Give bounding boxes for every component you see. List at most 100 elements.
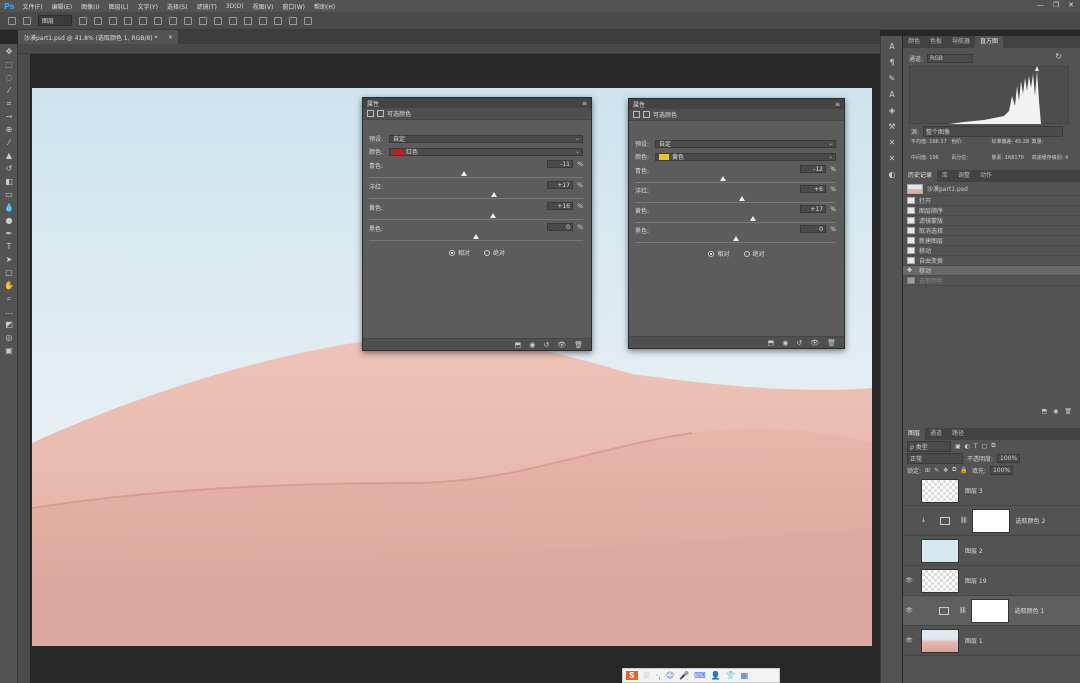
black-slider-handle[interactable] <box>732 236 739 241</box>
character-panel-icon[interactable]: A <box>887 42 897 52</box>
distribute-right-icon[interactable] <box>259 16 267 25</box>
shape-tool-icon[interactable]: ▢ <box>4 268 14 278</box>
user-icon[interactable]: 👤 <box>711 671 721 680</box>
filter-shape-icon[interactable]: ▢ <box>982 443 988 450</box>
type-tool-icon[interactable]: T <box>4 242 14 252</box>
magenta-value-input[interactable]: +17 <box>547 181 573 189</box>
visibility-icon[interactable]: 👁 <box>557 341 566 349</box>
paragraph-panel-icon[interactable]: ¶ <box>887 58 897 68</box>
microphone-icon[interactable]: 🎤 <box>679 671 689 680</box>
layer-mask-thumbnail[interactable] <box>970 598 1009 623</box>
glyphs-panel-icon[interactable]: A <box>887 90 897 100</box>
pen-tool-icon[interactable]: ✒ <box>4 229 14 239</box>
cyan-value-input[interactable]: -12 <box>800 165 826 173</box>
cyan-slider-track[interactable] <box>369 177 583 178</box>
menu-view[interactable]: 视图(V) <box>253 2 274 11</box>
colors-dropdown[interactable]: 红色 ⌄ <box>389 147 583 156</box>
foreground-background-color-icon[interactable]: ◩ <box>4 320 14 330</box>
distribute-center-icon[interactable] <box>244 16 252 25</box>
yellow-slider-handle[interactable] <box>490 213 497 218</box>
history-snapshot[interactable]: 沙漠part1.psd <box>903 182 1080 196</box>
reset-icon[interactable]: ↺ <box>796 339 802 347</box>
layer-row[interactable]: 图层 2 <box>903 536 1080 566</box>
fill-input[interactable]: 100% <box>989 465 1014 475</box>
yellow-slider-track[interactable] <box>635 222 836 223</box>
panel-menu-icon[interactable]: ≡ <box>582 100 587 107</box>
magenta-slider-handle[interactable] <box>491 192 498 197</box>
menu-filter[interactable]: 滤镜(T) <box>196 2 216 11</box>
view-previous-icon[interactable]: ◉ <box>782 339 788 347</box>
absolute-radio[interactable]: 绝对 <box>484 248 505 257</box>
cyan-slider-handle[interactable] <box>461 171 468 176</box>
layer-row[interactable]: 👁 图层 1 <box>903 626 1080 656</box>
relative-radio[interactable]: 相对 <box>708 249 730 258</box>
tab-libraries[interactable]: 库 <box>937 170 953 182</box>
tab-adjustments[interactable]: 调整 <box>953 170 975 182</box>
ime-language-toggle[interactable]: 英 <box>643 670 651 681</box>
cyan-slider-handle[interactable] <box>720 176 727 181</box>
zoom-tool-icon[interactable]: ⌕ <box>4 294 14 304</box>
eye-icon[interactable]: 👁 <box>903 577 915 584</box>
marquee-tool-icon[interactable]: ⬚ <box>4 60 14 70</box>
ime-logo[interactable]: S <box>626 671 638 680</box>
cyan-value-input[interactable]: -11 <box>547 160 573 168</box>
lock-all-icon[interactable]: 🔒 <box>960 467 967 474</box>
source-dropdown[interactable]: 整个图像 <box>923 125 1064 137</box>
tab-history[interactable]: 历史记录 <box>903 170 938 182</box>
clip-to-layer-icon[interactable]: ⬒ <box>515 341 522 349</box>
magenta-slider-handle[interactable] <box>738 196 745 201</box>
colors-dropdown[interactable]: 黄色 ⌄ <box>655 152 836 161</box>
lock-artboard-icon[interactable]: ⧉ <box>952 466 956 474</box>
yellow-value-input[interactable]: +17 <box>800 205 826 213</box>
move-tool-icon[interactable]: ✥ <box>4 47 14 57</box>
align-right-icon[interactable] <box>169 16 177 25</box>
refresh-icon[interactable]: ↻ <box>1055 52 1062 61</box>
history-item[interactable]: 自由变换 <box>903 256 1080 266</box>
3d-panel-icon[interactable]: ◈ <box>887 106 897 116</box>
tab-histogram[interactable]: 直方图 <box>975 36 1004 48</box>
align-top-icon[interactable] <box>94 16 102 25</box>
styles-panel-icon[interactable]: ◐ <box>887 170 897 180</box>
quick-mask-icon[interactable]: ◎ <box>4 333 14 343</box>
menu-edit[interactable]: 编辑(E) <box>52 2 72 11</box>
history-item[interactable]: 图层顺序 <box>903 206 1080 216</box>
brush-panel-icon[interactable]: ✎ <box>887 74 897 84</box>
menu-select[interactable]: 选择(S) <box>167 2 188 11</box>
properties-titlebar[interactable]: 属性 ≡ <box>629 99 844 109</box>
new-document-from-state-icon[interactable]: ⬒ <box>1041 408 1047 418</box>
adjustments-panel-icon[interactable]: ✕ <box>887 138 897 148</box>
toolbox-icon[interactable]: ▦ <box>741 671 749 680</box>
absolute-radio[interactable]: 绝对 <box>743 249 765 258</box>
black-slider-handle[interactable] <box>473 234 479 239</box>
history-brush-tool-icon[interactable]: ↺ <box>4 164 14 174</box>
menu-3d[interactable]: 3D(D) <box>226 3 244 10</box>
history-item[interactable]: 取消选择 <box>903 226 1080 236</box>
crop-tool-icon[interactable]: ⌗ <box>4 99 14 109</box>
punctuation-icon[interactable]: ·, <box>656 671 661 680</box>
tab-channels[interactable]: 通道 <box>925 428 947 440</box>
distribute-left-icon[interactable] <box>229 16 237 25</box>
close-tab-icon[interactable]: × <box>168 34 173 41</box>
close-window-button[interactable]: ✕ <box>1068 1 1074 9</box>
emoji-icon[interactable]: ☺ <box>666 671 674 680</box>
dodge-tool-icon[interactable]: ● <box>4 216 14 226</box>
delete-state-icon[interactable]: 🗑 <box>1064 408 1072 418</box>
magenta-value-input[interactable]: +6 <box>800 185 826 193</box>
move-tool-icon[interactable] <box>8 16 16 25</box>
gradient-tool-icon[interactable]: ▭ <box>4 190 14 200</box>
relative-radio[interactable]: 相对 <box>448 248 470 257</box>
tab-navigator[interactable]: 导航器 <box>947 36 975 48</box>
minimize-button[interactable]: — <box>1037 1 1044 9</box>
layer-row-selected[interactable]: 👁 ⛓ 选取颜色 1 <box>903 596 1080 626</box>
brush-tool-icon[interactable]: ⁄ <box>4 138 14 148</box>
mask-icon[interactable] <box>643 111 650 118</box>
filter-type-icon[interactable]: T <box>974 443 978 450</box>
blur-tool-icon[interactable]: 💧 <box>4 203 14 213</box>
eye-icon[interactable]: 👁 <box>903 637 915 644</box>
keyboard-icon[interactable]: ⌨ <box>694 671 706 680</box>
black-value-input[interactable]: 0 <box>547 223 573 231</box>
snapshot-icon[interactable]: ◉ <box>1053 408 1058 418</box>
distribute-top-icon[interactable] <box>184 16 192 25</box>
tool-presets-icon[interactable]: ⚒ <box>887 122 897 132</box>
menu-type[interactable]: 文字(Y) <box>138 2 158 11</box>
